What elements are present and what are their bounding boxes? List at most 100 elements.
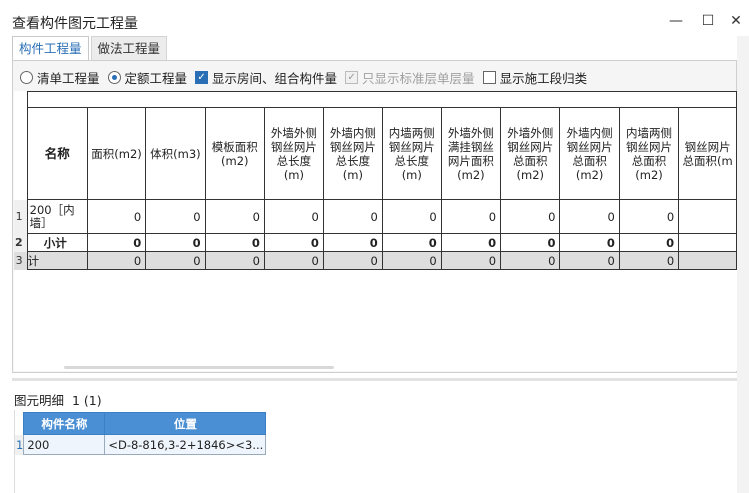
column-header[interactable]: 内墙两侧钢丝网片总长度(m) (381, 107, 442, 200)
table-row[interactable]: 1 200 <D-8-816,3-2+1846><3... (15, 434, 267, 455)
value-cell[interactable]: 0 (204, 199, 265, 234)
radio-quota-label: 定额工程量 (124, 70, 188, 86)
value-cell[interactable]: 0 (145, 199, 206, 234)
row-name-cell[interactable]: 200［内墙］ (26, 199, 88, 234)
quantity-table: 名称 面积(m2) 体积(m3) 模板面积(m2) 外墙外侧钢丝网片总长度(m)… (14, 91, 737, 270)
value-cell[interactable]: 0 (440, 233, 502, 252)
radio-quota-quantity[interactable]: 定额工程量 (107, 68, 188, 87)
value-cell[interactable]: 0 (559, 199, 620, 234)
options-bar: 清单工程量 定额工程量 ✓ 显示房间、组合构件量 ✓ 只显示标准层单层量 显示施… (20, 68, 595, 86)
column-header[interactable]: 内墙两侧钢丝网片总面积(m2) (618, 107, 680, 200)
checkbox-show-rooms-label: 显示房间、组合构件量 (212, 70, 338, 86)
value-cell[interactable]: 0 (86, 233, 147, 252)
value-cell[interactable]: 0 (440, 199, 502, 234)
position-cell[interactable]: <D-8-816,3-2+1846><3... (104, 434, 267, 455)
value-cell[interactable]: 0 (618, 233, 680, 252)
table-row[interactable]: 1 200［内墙］ 0 0 0 0 0 0 0 0 0 0 (14, 199, 737, 234)
value-cell[interactable]: 0 (86, 251, 147, 270)
row-number: 1 (14, 199, 28, 234)
horizontal-scrollbar[interactable] (64, 366, 334, 369)
column-header-component-name[interactable]: 构件名称 (23, 412, 106, 435)
column-header[interactable]: 外墙内侧钢丝网片总长度(m) (322, 107, 383, 200)
detail-table: 构件名称 位置 1 200 <D-8-816,3-2+1846><3... (15, 412, 267, 455)
value-cell[interactable]: 0 (559, 251, 620, 270)
title-bar: 查看构件图元工程量 — ☐ ✕ (0, 0, 749, 36)
radio-on-icon[interactable] (107, 70, 121, 84)
minimize-icon[interactable]: — (669, 14, 683, 28)
value-cell[interactable]: 0 (322, 251, 383, 270)
tab-bar: 构件工程量 做法工程量 (12, 36, 169, 60)
detail-heading: 图元明细 1 (1) (14, 390, 102, 409)
component-name-cell[interactable]: 200 (23, 434, 106, 455)
value-cell[interactable]: 0 (500, 233, 561, 252)
tab-method-quantity[interactable]: 做法工程量 (90, 36, 168, 60)
value-cell[interactable]: 0 (263, 199, 324, 234)
value-cell[interactable] (678, 251, 737, 270)
column-header[interactable]: 外墙内侧钢丝网片总面积(m2) (559, 107, 620, 200)
value-cell[interactable]: 0 (500, 199, 561, 234)
column-header[interactable]: 钢丝网片总面积(m (678, 107, 737, 200)
column-header-position[interactable]: 位置 (104, 412, 267, 435)
value-cell[interactable]: 0 (440, 251, 502, 270)
checkbox-unchecked-icon[interactable] (482, 70, 496, 84)
tab-component-quantity[interactable]: 构件工程量 (12, 36, 89, 60)
maximize-icon[interactable]: ☐ (701, 14, 715, 28)
splitter[interactable] (12, 378, 737, 381)
column-header[interactable]: 名称 (26, 107, 88, 200)
header-blank-band (26, 91, 737, 108)
value-cell[interactable]: 0 (145, 251, 206, 270)
table-header-row: 名称 面积(m2) 体积(m3) 模板面积(m2) 外墙外侧钢丝网片总长度(m)… (14, 107, 737, 200)
detail-grid[interactable]: 构件名称 位置 1 200 <D-8-816,3-2+1846><3... (14, 410, 737, 493)
value-cell[interactable]: 0 (559, 233, 620, 252)
window-edge (737, 36, 749, 493)
close-icon[interactable]: ✕ (729, 14, 743, 28)
value-cell[interactable]: 0 (145, 233, 206, 252)
value-cell[interactable]: 0 (381, 233, 442, 252)
value-cell[interactable]: 0 (86, 199, 147, 234)
column-header[interactable]: 外墙外侧钢丝网片总长度(m) (263, 107, 324, 200)
checkbox-show-segments-label: 显示施工段归类 (499, 70, 588, 86)
header-rownum-blank (14, 91, 28, 108)
column-header[interactable]: 外墙外侧钢丝网片总面积(m2) (500, 107, 561, 200)
value-cell[interactable]: 0 (263, 251, 324, 270)
radio-list-quantity[interactable]: 清单工程量 (20, 68, 100, 87)
value-cell[interactable]: 0 (381, 251, 442, 270)
column-header[interactable]: 体积(m3) (145, 107, 206, 200)
radio-list-label: 清单工程量 (37, 70, 100, 86)
checkbox-show-rooms[interactable]: ✓ 显示房间、组合构件量 (195, 68, 337, 87)
value-cell[interactable]: 0 (204, 233, 265, 252)
detail-title: 图元明细 (14, 393, 65, 408)
checkbox-standard-floor: ✓ 只显示标准层单层量 (345, 68, 475, 87)
quantity-grid[interactable]: 名称 面积(m2) 体积(m3) 模板面积(m2) 外墙外侧钢丝网片总长度(m)… (14, 91, 737, 371)
radio-off-icon[interactable] (20, 70, 33, 84)
subtotal-row[interactable]: 2 小计 0 0 0 0 0 0 0 0 0 0 (14, 233, 737, 252)
value-cell[interactable]: 0 (322, 199, 383, 234)
value-cell[interactable]: 0 (381, 199, 442, 234)
row-name-cell[interactable]: 小计 (26, 233, 88, 252)
checkbox-checked-icon[interactable]: ✓ (195, 70, 209, 84)
value-cell[interactable]: 0 (500, 251, 561, 270)
checkbox-show-segments[interactable]: 显示施工段归类 (482, 68, 588, 87)
value-cell[interactable]: 0 (618, 199, 680, 234)
value-cell[interactable] (678, 199, 737, 234)
total-row[interactable]: 3 计 0 0 0 0 0 0 0 0 0 0 (14, 251, 737, 270)
checkbox-standard-floor-label: 只显示标准层单层量 (362, 70, 475, 86)
header-rownum (15, 412, 24, 435)
value-cell[interactable]: 0 (618, 251, 680, 270)
value-cell[interactable]: 0 (263, 233, 324, 252)
detail-header-row: 构件名称 位置 (15, 412, 267, 435)
row-number: 1 (15, 434, 24, 455)
checkbox-disabled-checked-icon: ✓ (345, 70, 359, 84)
column-header[interactable]: 外墙外侧满挂钢丝网片面积(m2) (440, 107, 502, 200)
row-name-cell[interactable]: 计 (26, 251, 88, 270)
value-cell[interactable] (678, 233, 737, 252)
row-number: 2 (14, 233, 28, 252)
column-header[interactable]: 模板面积(m2) (204, 107, 265, 200)
value-cell[interactable]: 0 (204, 251, 265, 270)
header-rownum (14, 107, 28, 200)
column-header[interactable]: 面积(m2) (86, 107, 147, 200)
value-cell[interactable]: 0 (322, 233, 383, 252)
window-title: 查看构件图元工程量 (12, 16, 138, 32)
detail-count: 1 (1) (71, 393, 102, 408)
row-number: 3 (14, 251, 28, 270)
